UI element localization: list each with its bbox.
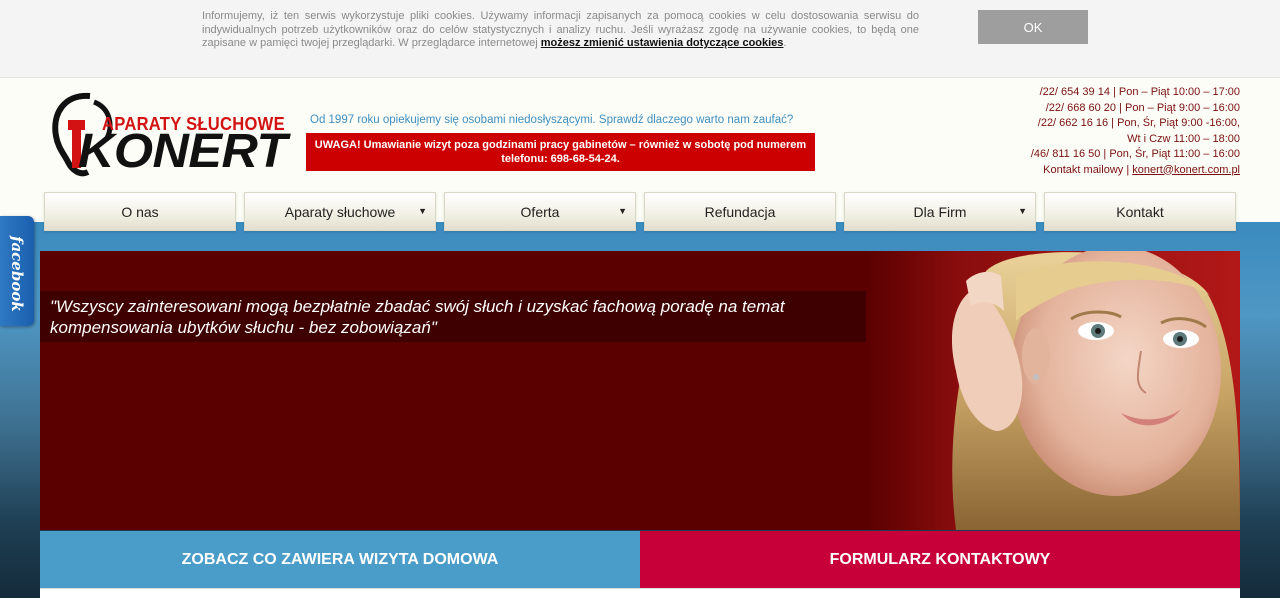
- phone-line-5: /46/ 811 16 50 | Pon, Śr, Piąt 11:00 – 1…: [1030, 148, 1240, 160]
- cookie-ok-button[interactable]: OK: [978, 10, 1088, 44]
- contact-form-button[interactable]: FORMULARZ KONTAKTOWY: [640, 531, 1240, 588]
- hero-banner: "Wszyscy zainteresowani mogą bezpłatnie …: [40, 251, 1240, 530]
- nav-item-aparaty-sluchowe[interactable]: Aparaty słuchowe ▼: [244, 192, 436, 231]
- phone-line-4: Wt i Czw 11:00 – 18:00: [1127, 132, 1240, 145]
- appointment-notice: UWAGA! Umawianie wizyt poza godzinami pr…: [306, 133, 815, 171]
- nav-label: O nas: [121, 203, 159, 220]
- nav-item-refundacja[interactable]: Refundacja: [644, 192, 836, 231]
- phone-line-2: /22/ 668 60 20 | Pon – Piąt 9:00 – 16:00: [1045, 101, 1240, 114]
- cookie-notice-text: Informujemy, iż ten serwis wykorzystuje …: [202, 10, 919, 51]
- chevron-down-icon: ▼: [1018, 206, 1027, 216]
- contact-info: /22/ 654 39 14 | Pon – Piąt 10:00 – 17:0…: [940, 85, 1240, 178]
- nav-label: Kontakt: [1116, 203, 1164, 220]
- hero-quote: "Wszyscy zainteresowani mogą bezpłatnie …: [50, 297, 785, 337]
- nav-label: Oferta: [520, 203, 560, 220]
- quote-box: "Wszyscy zainteresowani mogą bezpłatnie …: [40, 291, 880, 342]
- mail-link[interactable]: konert@konert.com.pl: [1132, 164, 1240, 176]
- nav-item-oferta[interactable]: Oferta ▼: [444, 192, 636, 231]
- nav-label: Refundacja: [704, 203, 776, 220]
- home-visit-button[interactable]: ZOBACZ CO ZAWIERA WIZYTA DOMOWA: [40, 531, 640, 588]
- woman-listening-image: [866, 251, 1240, 530]
- logo-wordmark: KONERT: [78, 125, 287, 178]
- cookie-bar: Informujemy, iż ten serwis wykorzystuje …: [0, 0, 1280, 78]
- main-nav: O nas Aparaty słuchowe ▼ Oferta ▼ Refund…: [0, 192, 1280, 232]
- cookie-settings-link[interactable]: możesz zmienić ustawienia dotyczące cook…: [541, 37, 784, 49]
- tagline-link[interactable]: Od 1997 roku opiekujemy się osobami nied…: [310, 114, 793, 126]
- content-area: [40, 588, 1240, 598]
- nav-label: Dla Firm: [913, 203, 967, 220]
- chevron-down-icon: ▼: [618, 206, 627, 216]
- facebook-tab[interactable]: facebook: [0, 216, 34, 326]
- nav-item-dla-firm[interactable]: Dla Firm ▼: [844, 192, 1036, 231]
- chevron-down-icon: ▼: [418, 206, 427, 216]
- nav-label: Aparaty słuchowe: [284, 203, 396, 220]
- logo[interactable]: APARATY SŁUCHOWE KONERT: [50, 92, 292, 178]
- phone-line-3: /22/ 662 16 16 | Pon, Śr, Piąt 9:00 -16:…: [1037, 117, 1240, 129]
- mail-line: Kontakt mailowy | konert@konert.com.pl: [940, 163, 1240, 179]
- mail-label: Kontakt mailowy |: [1043, 163, 1133, 176]
- facebook-label: facebook: [8, 236, 26, 312]
- cookie-suffix: .: [783, 37, 787, 49]
- nav-item-kontakt[interactable]: Kontakt: [1044, 192, 1236, 231]
- nav-item-o-nas[interactable]: O nas: [44, 192, 236, 231]
- phone-line-1: /22/ 654 39 14 | Pon – Piąt 10:00 – 17:0…: [1039, 86, 1240, 98]
